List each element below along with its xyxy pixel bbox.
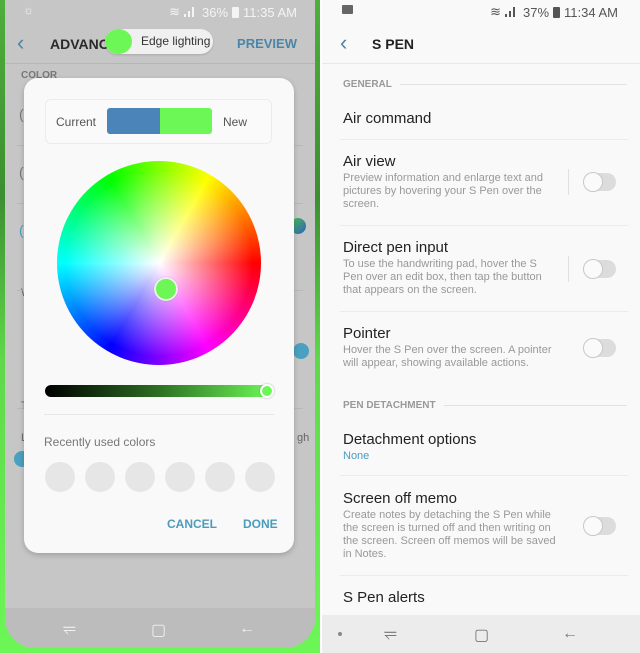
- app-header: ‹ S PEN: [322, 26, 640, 64]
- battery-percent: 37%: [523, 4, 550, 20]
- clock: 11:34 AM: [564, 4, 618, 20]
- color-wheel[interactable]: [57, 161, 261, 365]
- recent-color-slot[interactable]: [85, 462, 115, 492]
- battery-icon: [232, 6, 240, 18]
- detachment-options-value: None: [343, 450, 370, 462]
- status-bar: ≋ 36% 11:35 AM: [169, 4, 297, 20]
- edge-lighting-pill[interactable]: Edge lighting: [105, 29, 213, 54]
- recent-color-slot[interactable]: [245, 462, 275, 492]
- screen-off-memo-toggle[interactable]: [583, 516, 616, 536]
- setting-detachment-options[interactable]: Detachment options None: [343, 431, 627, 463]
- color-comparison: Current New: [45, 99, 272, 144]
- page-title: S PEN: [372, 36, 415, 52]
- left-phone-frame: ☼ ≋ 36% 11:35 AM ‹ ADVANCE Edge lighting…: [0, 0, 320, 653]
- direct-pen-input-toggle[interactable]: [583, 259, 616, 279]
- notification-icon: ☼: [23, 3, 34, 17]
- signal-icon: [184, 7, 198, 17]
- brightness-slider[interactable]: [45, 385, 270, 397]
- radio-icon: (: [19, 106, 24, 122]
- recents-icon[interactable]: ⥫: [384, 625, 397, 643]
- battery-percent: 36%: [202, 4, 229, 20]
- recent-color-slot[interactable]: [125, 462, 155, 492]
- wifi-icon: ≋: [169, 4, 180, 19]
- new-color-swatch: [160, 108, 212, 134]
- preview-button[interactable]: PREVIEW: [237, 36, 297, 51]
- current-label: Current: [56, 115, 97, 129]
- status-bar: ≋ 37% 11:34 AM: [490, 4, 618, 20]
- slider-thumb: [293, 343, 309, 359]
- dialog-divider: [44, 414, 274, 415]
- setting-s-pen-alerts[interactable]: S Pen alerts: [343, 589, 627, 606]
- pointer-toggle[interactable]: [583, 338, 616, 358]
- air-view-toggle[interactable]: [583, 172, 616, 192]
- recents-icon[interactable]: ⥫: [63, 620, 76, 638]
- radio-icon: (: [19, 164, 24, 180]
- recent-colors-row: [45, 462, 275, 492]
- color-wheel-handle[interactable]: [154, 277, 178, 301]
- new-label: New: [223, 115, 248, 129]
- back-button[interactable]: ‹: [340, 30, 347, 56]
- back-icon[interactable]: ←: [239, 620, 255, 638]
- current-color-swatch: [107, 108, 160, 134]
- back-button[interactable]: ‹: [17, 30, 24, 56]
- gallery-notification-icon: [342, 5, 353, 14]
- section-header-general: GENERAL: [343, 79, 627, 90]
- home-icon[interactable]: ▢: [151, 620, 166, 640]
- edge-lighting-dot: [105, 29, 132, 54]
- section-header-pen-detachment: PEN DETACHMENT: [343, 400, 627, 411]
- wifi-icon: ≋: [490, 4, 501, 19]
- color-picker-dialog: Current New Recently used colors CANCEL …: [24, 78, 294, 553]
- right-screen: ≋ 37% 11:34 AM ‹ S PEN GENERAL Air comma…: [322, 0, 640, 653]
- recent-color-slot[interactable]: [45, 462, 75, 492]
- header-divider: [5, 63, 315, 64]
- edge-lighting-label: Edge lighting: [141, 34, 211, 48]
- setting-air-command[interactable]: Air command: [343, 110, 627, 127]
- navigation-bar: ⥫ ▢ ←: [322, 615, 640, 653]
- recent-color-slot[interactable]: [165, 462, 195, 492]
- navigation-bar: ⥫ ▢ ←: [5, 608, 315, 648]
- recently-used-label: Recently used colors: [44, 435, 156, 449]
- app-header: ‹ ADVANCE Edge lighting PREVIEW: [5, 26, 315, 62]
- radio-selected-icon: (: [19, 222, 24, 238]
- home-icon[interactable]: ▢: [474, 625, 489, 645]
- signal-icon: [505, 7, 519, 17]
- battery-icon: [553, 6, 561, 18]
- recent-color-slot[interactable]: [205, 462, 235, 492]
- brightness-slider-thumb[interactable]: [260, 384, 274, 398]
- clock: 11:35 AM: [243, 4, 297, 20]
- back-icon[interactable]: ←: [562, 625, 578, 643]
- done-button[interactable]: DONE: [243, 517, 278, 531]
- cancel-button[interactable]: CANCEL: [167, 517, 217, 531]
- nav-dot-icon: [338, 632, 342, 636]
